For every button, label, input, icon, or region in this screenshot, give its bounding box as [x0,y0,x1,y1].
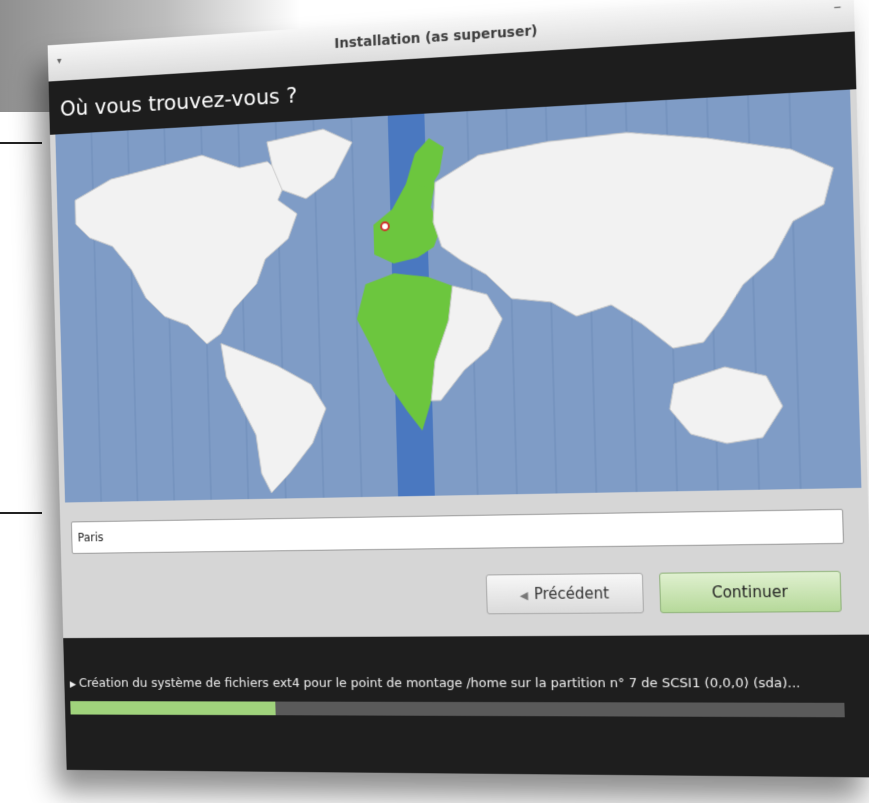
continue-button-label: Continuer [711,582,788,602]
arrow-left-icon: ◀ [519,589,529,603]
status-text[interactable]: ▶ Création du système de fichiers ext4 po… [70,676,801,691]
location-input[interactable] [70,508,845,554]
back-button-label: Précédent [533,584,610,604]
minimize-icon[interactable]: – [833,0,841,16]
page-title: Où vous trouvez-vous ? [59,83,298,122]
installer-window: ▾ Installation (as superuser) – Où vous … [47,0,869,778]
australia [669,365,784,444]
progress-bar [70,701,845,718]
continue-button[interactable]: Continuer [659,570,842,614]
north-america [74,150,300,348]
desktop-divider [0,512,42,514]
expander-icon[interactable]: ▶ [70,680,76,690]
progress-fill [70,701,276,716]
back-button[interactable]: ◀ Précédent [485,572,645,615]
status-message: Création du système de fichiers ext4 pou… [78,676,801,692]
desktop-divider [0,142,42,144]
status-area: ▶ Création du système de fichiers ext4 po… [63,634,869,778]
world-map[interactable] [55,90,861,503]
south-america [221,340,328,494]
location-pin-icon [381,222,389,230]
timezone-map[interactable] [55,89,862,503]
europe-highlight [372,172,442,265]
